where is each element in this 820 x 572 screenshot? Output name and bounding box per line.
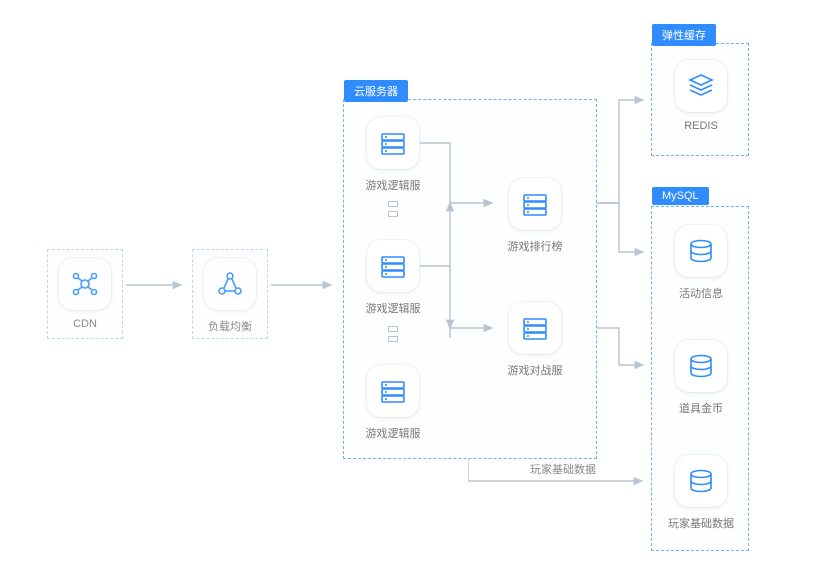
node-label: 玩家基础数据 — [664, 515, 738, 531]
group-title: 云服务器 — [344, 80, 408, 102]
connector-icon — [388, 326, 398, 342]
arrow — [597, 200, 649, 260]
arrow — [597, 95, 649, 210]
node-label: 道具金币 — [674, 400, 728, 416]
architecture-diagram: 云服务器 弹性缓存 MySQL CDN 负载均衡 游戏逻辑服 游戏逻辑服 游戏逻… — [0, 0, 820, 572]
node-player-data: 玩家基础数据 — [664, 455, 738, 531]
database-icon — [675, 225, 727, 277]
group-title: MySQL — [652, 187, 709, 205]
cache-icon — [675, 60, 727, 112]
node-game-logic-1: 游戏逻辑服 — [358, 117, 428, 193]
database-icon — [675, 340, 727, 392]
node-label: 游戏逻辑服 — [358, 300, 428, 316]
node-label: 游戏对战服 — [500, 362, 570, 378]
node-game-logic-3: 游戏逻辑服 — [358, 365, 428, 441]
arrow — [597, 325, 649, 375]
server-icon — [509, 178, 561, 230]
arrow — [271, 280, 336, 290]
server-icon — [367, 117, 419, 169]
node-game-battle: 游戏对战服 — [500, 302, 570, 378]
group-title: 弹性缓存 — [652, 24, 716, 46]
node-label: 游戏逻辑服 — [358, 177, 428, 193]
node-cdn: CDN — [47, 258, 123, 330]
node-label: 活动信息 — [674, 285, 728, 301]
node-item-gold: 道具金币 — [674, 340, 728, 416]
node-load-balancer: 负载均衡 — [192, 258, 268, 334]
database-icon — [675, 455, 727, 507]
node-label: 游戏排行榜 — [500, 238, 570, 254]
node-label: 游戏逻辑服 — [358, 425, 428, 441]
arrow — [420, 138, 500, 338]
arrow — [126, 280, 186, 290]
server-icon — [367, 240, 419, 292]
node-activity: 活动信息 — [674, 225, 728, 301]
node-redis: REDIS — [674, 60, 728, 132]
node-game-ranking: 游戏排行榜 — [500, 178, 570, 254]
flow-label: 玩家基础数据 — [530, 461, 596, 477]
node-game-logic-2: 游戏逻辑服 — [358, 240, 428, 316]
server-icon — [367, 365, 419, 417]
server-icon — [509, 302, 561, 354]
node-label: REDIS — [674, 120, 728, 132]
connector-icon — [388, 201, 398, 217]
